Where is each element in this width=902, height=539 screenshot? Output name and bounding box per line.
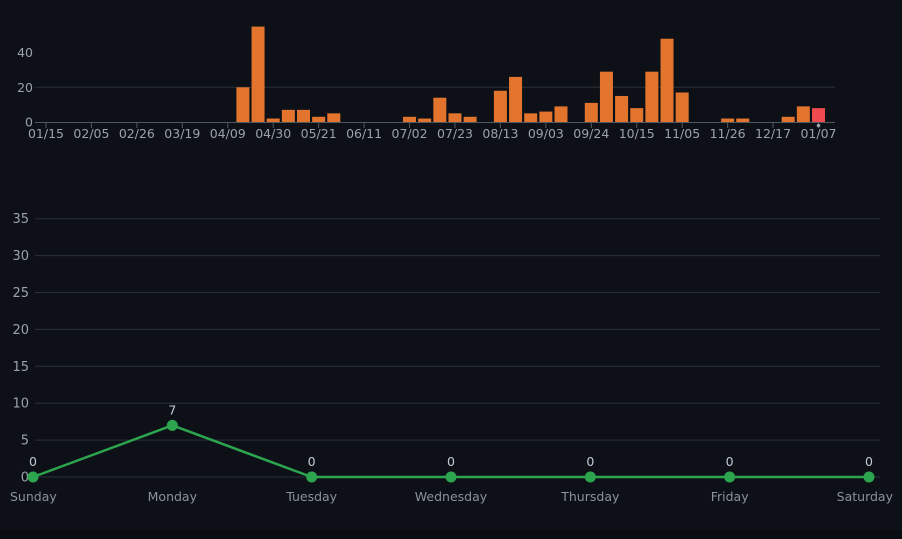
commit-week-bar[interactable]: [615, 95, 629, 122]
day-label: Tuesday: [285, 489, 337, 504]
day-of-week-line: [32, 424, 869, 479]
bar-chart-x-tick-label: 02/26: [119, 126, 155, 141]
bar-chart-x-tick-label: 04/09: [210, 126, 246, 141]
day-label: Wednesday: [415, 489, 488, 504]
bar-chart-x-tick-label: 10/15: [619, 126, 655, 141]
line-chart-y-tick-label: 15: [12, 360, 29, 375]
bar-chart-x-tick-label: 01/07: [800, 126, 836, 141]
line-chart-y-tick-label: 5: [21, 434, 29, 449]
day-point-dot: [445, 471, 457, 483]
commit-week-bar[interactable]: [281, 109, 295, 122]
line-chart-y-tick-label: 35: [12, 212, 29, 227]
week-selection-marker-dot: [816, 123, 821, 128]
day-label: Thursday: [560, 489, 620, 504]
line-chart-y-tick-label: 20: [12, 323, 29, 338]
bar-chart-x-tick-label: 11/05: [664, 126, 700, 141]
selected-week-bar[interactable]: [811, 108, 825, 122]
day-point-dot: [306, 471, 318, 483]
day-point-dot: [27, 471, 39, 483]
bar-chart-x-tick-label: 02/05: [73, 126, 109, 141]
commit-week-bar[interactable]: [675, 92, 689, 122]
point-value-label: 7: [168, 402, 176, 417]
line-chart-y-tick-label: 30: [12, 249, 29, 264]
bar-chart-x-tick-label: 06/11: [346, 126, 382, 141]
weekly-commits-bar-chart: 0204001/15 02/05 02/26 03/19 04/09 04/30 05/21…: [17, 26, 837, 141]
bar-chart-y-tick-label: 20: [17, 80, 33, 95]
commit-week-bar[interactable]: [403, 116, 417, 122]
day-point-dot: [724, 471, 736, 483]
bar-chart-x-tick-label: 08/13: [482, 126, 518, 141]
commit-week-bar[interactable]: [509, 76, 523, 122]
commit-week-bar[interactable]: [554, 106, 568, 122]
bar-chart-x-tick-label: 03/19: [164, 126, 200, 141]
commit-activity-page: 0 20 40 01/15 02/05 02/26 03/19 04/09 04/30 05/21…: [0, 0, 902, 539]
bar-chart-x-tick-label: 07/02: [392, 126, 428, 141]
bar-chart-x-tick-label: 01/15: [28, 126, 64, 141]
commit-week-bar[interactable]: [493, 90, 507, 122]
day-label: Friday: [711, 489, 749, 504]
commit-week-bar[interactable]: [599, 71, 613, 122]
point-value-label: 0: [865, 454, 873, 469]
day-of-week-line-chart: 051015202530350Sunday7Monday0Tuesday0Wed…: [10, 212, 894, 504]
point-value-label: 0: [447, 454, 455, 469]
point-value-label: 0: [308, 454, 316, 469]
commit-week-bar[interactable]: [796, 106, 810, 122]
commit-week-bar[interactable]: [312, 116, 326, 122]
commit-week-bar[interactable]: [630, 108, 644, 122]
point-value-label: 0: [29, 454, 37, 469]
commit-week-bar[interactable]: [266, 118, 280, 122]
bar-chart-x-tick-label: 11/26: [710, 126, 746, 141]
commit-week-bar[interactable]: [327, 113, 341, 122]
bar-chart-x-tick-label: 09/24: [573, 126, 609, 141]
commit-week-bar[interactable]: [539, 111, 553, 122]
bar-chart-x-tick-label: 07/23: [437, 126, 473, 141]
commit-week-bar[interactable]: [524, 113, 538, 122]
bottom-strip: [0, 530, 902, 539]
commit-week-bar[interactable]: [781, 116, 795, 122]
commit-week-bar[interactable]: [251, 26, 265, 123]
point-value-label: 0: [586, 454, 594, 469]
commit-week-bar[interactable]: [418, 118, 432, 122]
point-value-label: 0: [726, 454, 734, 469]
day-point-dot: [584, 471, 596, 483]
commit-week-bar[interactable]: [584, 102, 598, 122]
day-label: Monday: [148, 489, 198, 504]
commit-week-bar[interactable]: [296, 109, 310, 122]
line-chart-y-tick-label: 25: [12, 286, 29, 301]
day-label: Saturday: [837, 489, 894, 504]
commit-week-bar[interactable]: [660, 38, 674, 122]
bar-chart-x-tick-label: 09/03: [528, 126, 564, 141]
day-point-dot: [863, 471, 875, 483]
bar-chart-x-tick-label: 05/21: [301, 126, 337, 141]
bar-chart-x-tick-label: 12/17: [755, 126, 791, 141]
commit-week-bar[interactable]: [736, 118, 750, 122]
bar-chart-x-tick-label: 04/30: [255, 126, 291, 141]
commit-week-bar[interactable]: [463, 116, 477, 122]
commit-week-bar[interactable]: [645, 71, 659, 122]
commit-week-bar[interactable]: [448, 113, 462, 122]
day-point-dot: [166, 419, 178, 431]
charts-canvas: 0 20 40 01/15 02/05 02/26 03/19 04/09 04/30 05/21…: [10, 26, 894, 504]
commit-week-bar[interactable]: [236, 87, 250, 122]
commit-week-bar[interactable]: [721, 118, 735, 122]
bar-chart-y-tick-label: 40: [17, 45, 33, 60]
commit-week-bar[interactable]: [433, 97, 447, 122]
line-chart-y-tick-label: 10: [12, 397, 29, 412]
day-label: Sunday: [10, 489, 57, 504]
